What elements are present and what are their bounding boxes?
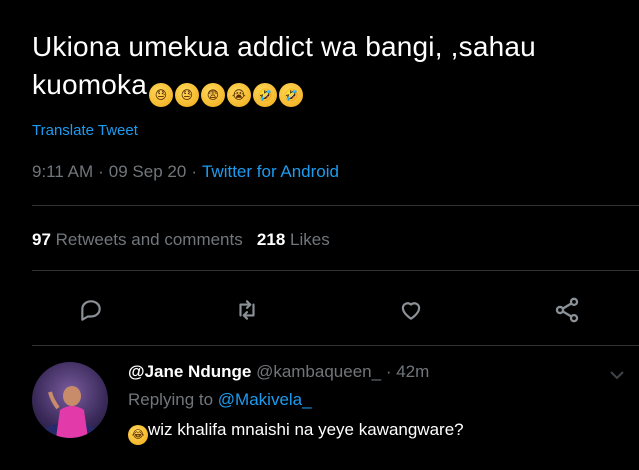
tweet-meta: 9:11 AM · 09 Sep 20 · Twitter for Android xyxy=(32,162,339,182)
tweet-time: 9:11 AM xyxy=(32,162,94,181)
emoji-icon: 😓 xyxy=(149,83,174,107)
like-button[interactable] xyxy=(394,293,428,327)
replying-to-label: Replying to xyxy=(128,390,214,409)
reply-header: @Jane Ndunge @kambaqueen_ · 42m xyxy=(128,360,608,384)
likes-count: 218 xyxy=(256,230,286,249)
tweet-emojis: 😓 😓 😨 😭 🤣 🤣 xyxy=(149,83,304,107)
reply-display-name[interactable]: @Jane Ndunge xyxy=(128,362,251,381)
divider xyxy=(32,270,639,271)
retweets-stat[interactable]: 97 Retweets and comments xyxy=(32,230,243,249)
emoji-icon: 😭 xyxy=(227,83,252,107)
emoji-icon: 🤣 xyxy=(279,83,304,107)
tweet-source-link[interactable]: Twitter for Android xyxy=(202,162,339,181)
chevron-down-icon xyxy=(610,371,624,380)
meta-separator: · xyxy=(191,162,197,181)
likes-stat[interactable]: 218 Likes xyxy=(257,230,330,249)
retweet-button[interactable] xyxy=(230,293,264,327)
retweets-label: Retweets and comments xyxy=(55,230,243,249)
divider xyxy=(32,205,639,206)
reply-icon xyxy=(81,300,101,321)
reply-time: 42m xyxy=(396,362,430,381)
reply-text-body: wiz khalifa mnaishi na yeye kawangware? xyxy=(148,420,464,439)
emoji-icon: 😨 xyxy=(201,83,226,107)
reply-button[interactable] xyxy=(74,293,108,327)
emoji-icon: 🤣 xyxy=(253,83,278,107)
translate-tweet-link[interactable]: Translate Tweet xyxy=(32,122,138,139)
likes-label: Likes xyxy=(290,230,330,249)
reply-text: 😂 wiz khalifa mnaishi na yeye kawangware? xyxy=(128,418,608,445)
share-button[interactable] xyxy=(550,293,584,327)
emoji-icon: 😓 xyxy=(175,83,200,107)
avatar-image-icon xyxy=(36,386,104,438)
more-options-button[interactable] xyxy=(609,368,625,386)
replying-to-mention[interactable]: @Makivela_ xyxy=(218,390,312,409)
avatar[interactable] xyxy=(32,362,108,438)
meta-separator: · xyxy=(385,362,392,381)
retweets-count: 97 xyxy=(32,230,51,249)
divider xyxy=(32,345,639,346)
tweet-date: 09 Sep 20 xyxy=(108,162,187,181)
retweet-icon xyxy=(239,300,255,320)
share-icon xyxy=(555,297,579,323)
tweet-actions xyxy=(32,293,639,329)
reply-tweet[interactable]: @Jane Ndunge @kambaqueen_ · 42m Replying… xyxy=(0,350,639,470)
meta-separator: · xyxy=(98,162,104,181)
tweet-text: Ukiona umekua addict wa bangi, ,sahau ku… xyxy=(32,28,622,107)
replying-to: Replying to @Makivela_ xyxy=(128,388,608,412)
tweet-text-line1: Ukiona umekua addict wa bangi, ,sahau xyxy=(32,31,536,62)
tweet-stats: 97 Retweets and comments 218 Likes xyxy=(32,230,330,250)
heart-icon xyxy=(401,302,421,320)
tweet-text-line2: kuomoka xyxy=(32,69,148,100)
reply-body: @Jane Ndunge @kambaqueen_ · 42m Replying… xyxy=(128,360,608,445)
laughing-emoji-icon: 😂 xyxy=(128,424,148,445)
reply-handle[interactable]: @kambaqueen_ xyxy=(256,362,381,381)
